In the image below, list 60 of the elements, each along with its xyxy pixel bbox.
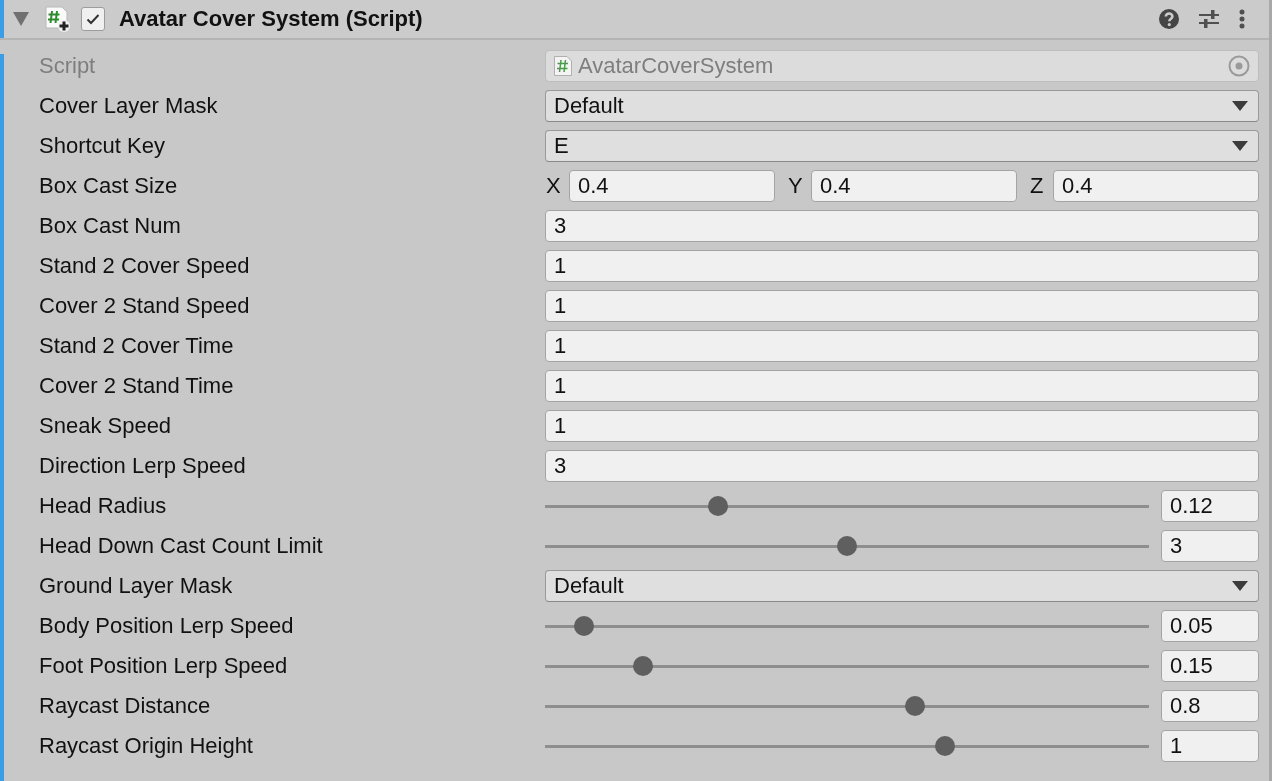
- dropdown[interactable]: Default: [545, 570, 1259, 602]
- slider-thumb[interactable]: [573, 616, 594, 636]
- caret-icon: [1232, 101, 1248, 111]
- checkmark-icon: [86, 13, 100, 25]
- property-label: Box Cast Size: [38, 173, 179, 199]
- slider-thumb[interactable]: [837, 536, 857, 556]
- number-field[interactable]: 1: [1161, 730, 1259, 762]
- number-field[interactable]: 0.4: [1053, 170, 1259, 202]
- property-label: Direction Lerp Speed: [38, 453, 247, 479]
- number-field[interactable]: 3: [545, 450, 1259, 482]
- number-field[interactable]: 3: [545, 210, 1259, 242]
- property-label: Sneak Speed: [38, 413, 173, 439]
- override-indicator-bar: [0, 0, 4, 38]
- property-label: Body Position Lerp Speed: [38, 613, 295, 639]
- sliders-icon[interactable]: [1199, 9, 1219, 29]
- axis-label: X: [545, 173, 562, 199]
- property-label: Stand 2 Cover Speed: [38, 253, 251, 279]
- property-label: Foot Position Lerp Speed: [38, 653, 289, 679]
- axis-label: Y: [787, 173, 804, 199]
- number-field[interactable]: 0.4: [569, 170, 775, 202]
- property-label: Ground Layer Mask: [38, 573, 234, 599]
- number-field[interactable]: 1: [545, 290, 1259, 322]
- number-field[interactable]: 1: [545, 330, 1259, 362]
- slider-thumb[interactable]: [632, 656, 653, 676]
- number-field[interactable]: 3: [1161, 530, 1259, 562]
- foldout-arrow-icon[interactable]: [13, 12, 29, 26]
- slider-thumb[interactable]: [934, 736, 955, 756]
- number-field[interactable]: 0.15: [1161, 650, 1259, 682]
- caret-icon: [1232, 581, 1248, 591]
- number-field[interactable]: 0.12: [1161, 490, 1259, 522]
- dropdown[interactable]: Default: [545, 90, 1259, 122]
- number-field[interactable]: 1: [545, 370, 1259, 402]
- slider-thumb[interactable]: [708, 496, 729, 516]
- number-field[interactable]: 0.4: [811, 170, 1017, 202]
- property-label: Raycast Origin Height: [38, 733, 254, 759]
- object-field-value: AvatarCoverSystem: [578, 53, 774, 79]
- script-file-icon: [554, 56, 572, 76]
- axis-label: Z: [1029, 173, 1045, 199]
- property-label: Cover 2 Stand Speed: [38, 293, 251, 319]
- number-field[interactable]: 0.05: [1161, 610, 1259, 642]
- kebab-menu-icon[interactable]: [1239, 9, 1245, 29]
- property-label: Stand 2 Cover Time: [38, 333, 235, 359]
- property-label: Head Radius: [38, 493, 168, 519]
- property-label: Head Down Cast Count Limit: [38, 533, 324, 559]
- component-title: Avatar Cover System (Script): [119, 6, 423, 32]
- enable-checkbox[interactable]: [81, 7, 105, 31]
- number-field[interactable]: 1: [545, 410, 1259, 442]
- property-label: Shortcut Key: [38, 133, 166, 159]
- dropdown[interactable]: E: [545, 130, 1259, 162]
- script-file-icon: [45, 6, 71, 32]
- property-label: Cover Layer Mask: [38, 93, 219, 119]
- property-label: Raycast Distance: [38, 693, 212, 719]
- help-icon[interactable]: [1159, 9, 1179, 29]
- property-label: Cover 2 Stand Time: [38, 373, 235, 399]
- property-label: Script: [38, 53, 97, 79]
- property-label: Box Cast Num: [38, 213, 182, 239]
- caret-icon: [1232, 141, 1248, 151]
- number-field[interactable]: 1: [545, 250, 1259, 282]
- number-field[interactable]: 0.8: [1161, 690, 1259, 722]
- slider-thumb[interactable]: [904, 696, 925, 716]
